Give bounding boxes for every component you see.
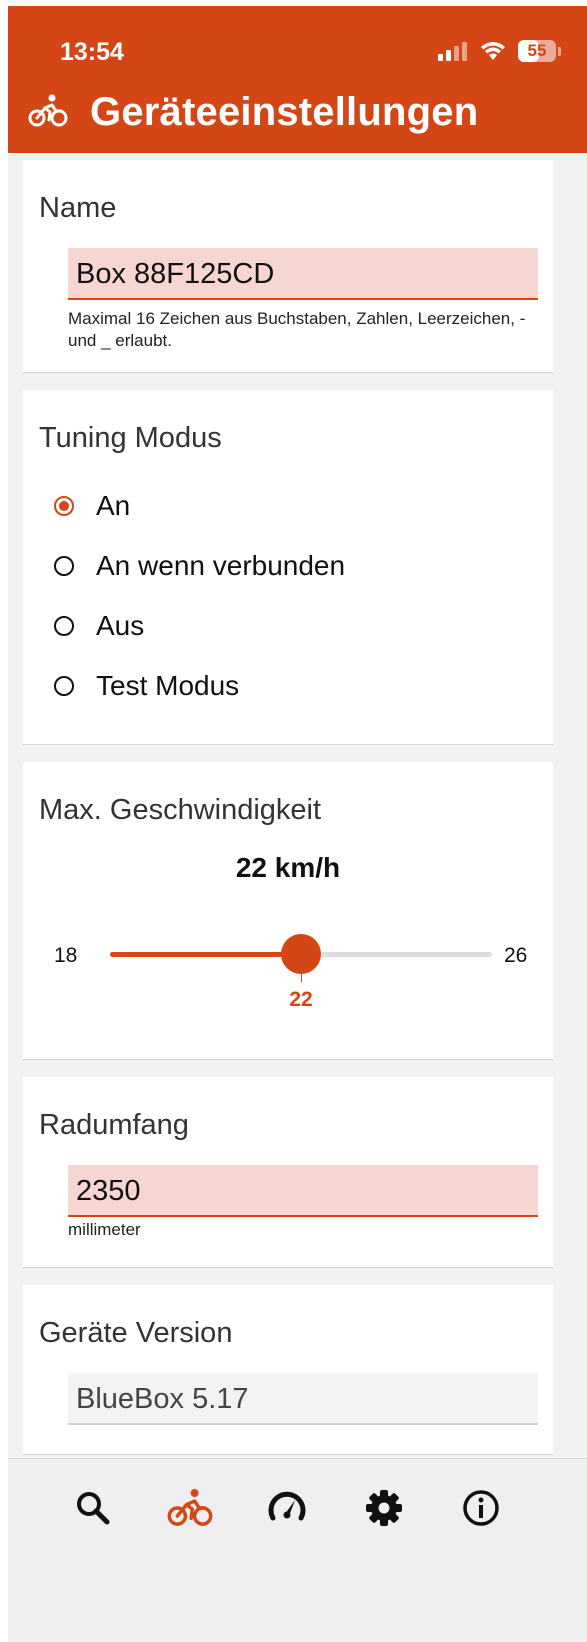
- info-icon: [463, 1490, 499, 1526]
- battery-percent: 55: [527, 41, 547, 60]
- radio-button[interactable]: [54, 556, 74, 576]
- radio-button[interactable]: [54, 616, 74, 636]
- radio-button[interactable]: [54, 496, 74, 516]
- speed-card: Max. Geschwindigkeit 22 km/h 18 26 22: [23, 762, 553, 1059]
- name-input[interactable]: Box 88F125CD: [68, 248, 538, 300]
- radio-label: Test Modus: [96, 670, 240, 701]
- gear-icon: [366, 1490, 402, 1526]
- search-icon: [77, 1492, 110, 1525]
- app-frame: 13:54 55 Geräteeinstellungen Name Box 88…: [8, 6, 587, 1642]
- radio-option-test-modus[interactable]: Test Modus: [54, 670, 239, 702]
- speed-value: 22 km/h: [235, 852, 341, 883]
- slider-tick: [301, 972, 302, 982]
- slider-max-label: 26: [504, 944, 528, 967]
- tuning-section-title: Tuning Modus: [39, 422, 222, 454]
- speed-section-title: Max. Geschwindigkeit: [39, 794, 322, 826]
- signal-icon: [438, 42, 467, 61]
- slider-min-label: 18: [54, 944, 78, 967]
- page-title: Geräteeinstellungen: [90, 90, 479, 134]
- speedometer-icon: [268, 1491, 306, 1521]
- wheel-section-title: Radumfang: [39, 1109, 189, 1141]
- bicycle-icon: [167, 1489, 213, 1526]
- bottom-nav: [8, 1458, 587, 1642]
- app-bar: 13:54 55 Geräteeinstellungen: [8, 6, 587, 153]
- battery-icon: 55: [518, 40, 556, 62]
- slider-value-label: 22: [289, 988, 313, 1011]
- radio-label: An: [96, 490, 131, 521]
- wheel-unit-hint: millimeter: [68, 1220, 141, 1239]
- nav-device[interactable]: [165, 1483, 215, 1533]
- nav-search[interactable]: [68, 1483, 118, 1533]
- nav-tuning[interactable]: [262, 1483, 312, 1533]
- status-time: 13:54: [60, 38, 124, 66]
- speed-slider[interactable]: [110, 934, 492, 982]
- version-card: Geräte Version BlueBox 5.17: [23, 1285, 553, 1454]
- bicycle-icon: [28, 94, 68, 127]
- radio-label: An wenn verbunden: [96, 550, 346, 581]
- radio-option-aus[interactable]: Aus: [54, 610, 144, 642]
- version-field: BlueBox 5.17: [68, 1373, 538, 1425]
- radio-option-an-wenn-verbunden[interactable]: An wenn verbunden: [54, 550, 345, 582]
- radio-option-an[interactable]: An: [54, 490, 130, 522]
- name-hint: Maximal 16 Zeichen aus Buchstaben, Zahle…: [68, 309, 526, 350]
- wheel-card: Radumfang 2350 millimeter: [23, 1077, 553, 1267]
- slider-thumb[interactable]: [281, 934, 321, 974]
- name-card: Name Box 88F125CD Maximal 16 Zeichen aus…: [23, 160, 553, 372]
- status-icons: 55: [438, 40, 561, 62]
- version-section-title: Geräte Version: [39, 1317, 233, 1349]
- tuning-card: Tuning Modus An An wenn verbunden Aus Te…: [23, 390, 553, 744]
- battery-tip: [558, 46, 561, 56]
- radio-button[interactable]: [54, 676, 74, 696]
- nav-settings[interactable]: [359, 1483, 409, 1533]
- name-section-title: Name: [39, 192, 117, 224]
- wheel-circumference-input[interactable]: 2350: [68, 1165, 538, 1217]
- nav-info[interactable]: [456, 1483, 506, 1533]
- slider-fill: [110, 952, 301, 957]
- radio-label: Aus: [96, 610, 145, 641]
- wifi-icon: [481, 42, 505, 60]
